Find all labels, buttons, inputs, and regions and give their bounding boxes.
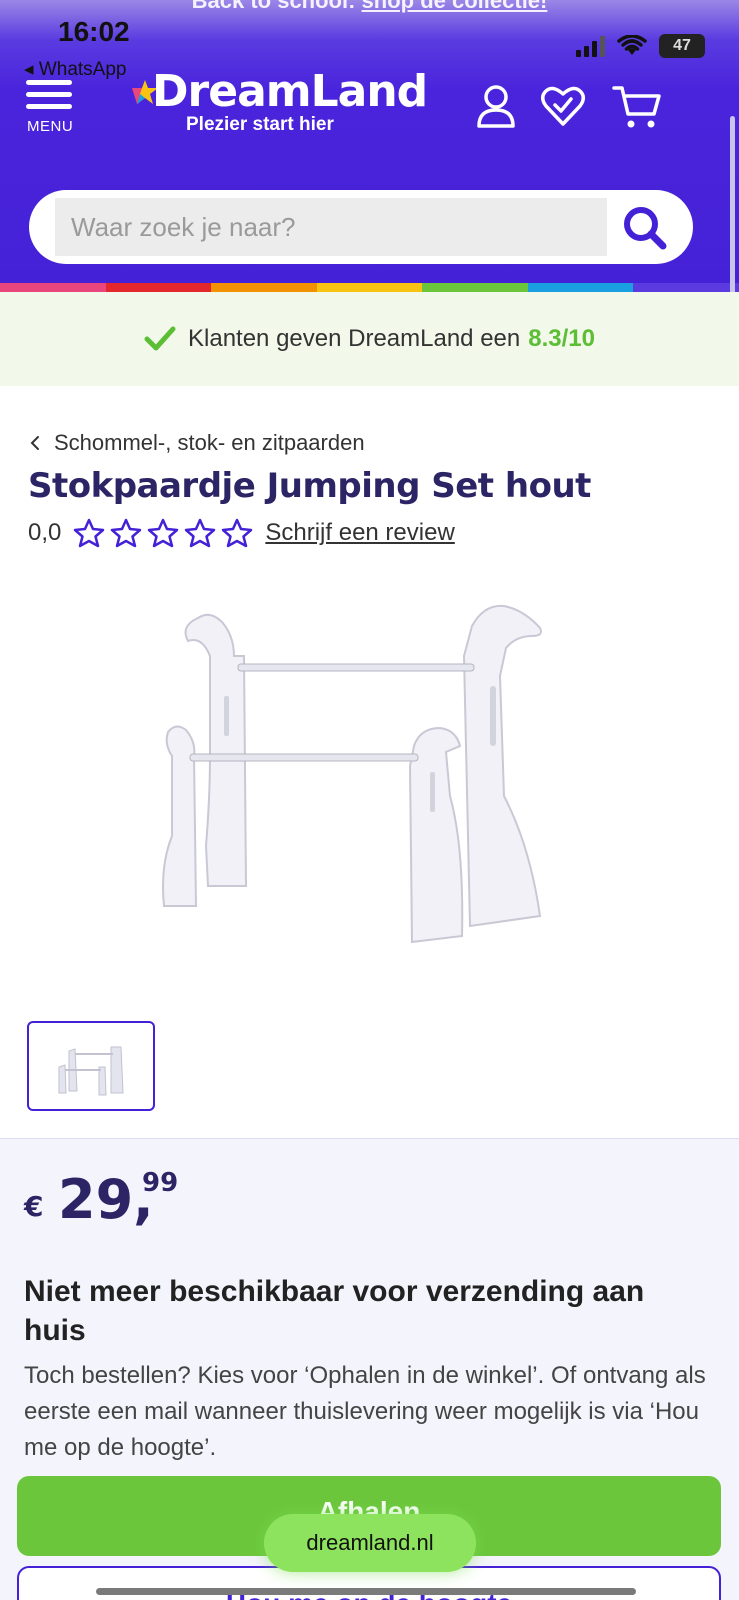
availability-text: Toch bestellen? Kies voor ‘Ophalen in de…: [24, 1362, 706, 1461]
checkmark-icon: [144, 326, 176, 351]
hamburger-icon: [26, 80, 78, 109]
heart-icon[interactable]: [540, 84, 586, 128]
account-icon[interactable]: [476, 84, 516, 128]
trust-score: 8.3/10: [528, 325, 595, 352]
price-cents: 99: [142, 1168, 179, 1198]
search-icon[interactable]: [621, 204, 669, 252]
menu-label[interactable]: MENU: [27, 118, 73, 135]
status-icons: 47: [575, 34, 705, 58]
browser-url-pill[interactable]: dreamland.nl: [264, 1514, 476, 1572]
breadcrumb[interactable]: Schommel-, stok- en zitpaarden: [30, 430, 365, 456]
search-bar: [29, 190, 693, 264]
review-row: 0,0 Schrijf een review: [28, 518, 455, 548]
back-to-app[interactable]: ◂ WhatsApp: [24, 58, 126, 81]
price-currency: €: [24, 1190, 44, 1223]
product-thumbnail[interactable]: [27, 1021, 155, 1111]
logo-wordmark: DreamLand: [152, 66, 428, 117]
site-header: Back to school: shop de collectie! 16:02…: [0, 0, 739, 292]
browser-url: dreamland.nl: [306, 1530, 434, 1555]
promo-text: Back to school:: [191, 0, 362, 13]
chevron-left-icon: [30, 436, 39, 450]
trust-bar: Klanten geven DreamLand een 8.3/10: [0, 292, 739, 386]
star-icon: [222, 518, 253, 548]
product-image[interactable]: [150, 596, 570, 976]
thumbnail-image: [58, 1046, 124, 1096]
star-icon: [74, 518, 105, 548]
signal-icon: [576, 36, 605, 57]
promo-banner[interactable]: Back to school: shop de collectie!: [0, 0, 739, 14]
battery-level: 47: [673, 37, 691, 54]
status-time: 16:02: [58, 16, 130, 47]
write-review-link[interactable]: Schrijf een review: [265, 519, 454, 547]
promo-link[interactable]: shop de collectie!: [362, 0, 548, 13]
cart-icon[interactable]: [612, 84, 662, 130]
trust-text: Klanten geven DreamLand een: [188, 325, 521, 352]
search-input[interactable]: [55, 198, 607, 256]
battery-icon: 47: [659, 34, 705, 58]
rainbow-stripe: [0, 283, 739, 292]
dreamland-logo[interactable]: DreamLand Plezier start hier: [132, 66, 428, 136]
wifi-icon: [617, 35, 647, 55]
logo-tagline: Plezier start hier: [186, 114, 334, 135]
availability-title: Niet meer beschikbaar voor verzending aa…: [24, 1275, 645, 1347]
breadcrumb-label[interactable]: Schommel-, stok- en zitpaarden: [54, 430, 365, 456]
rating-score: 0,0: [28, 519, 62, 546]
rating-stars: [73, 518, 253, 548]
price-euros: 29,: [58, 1168, 154, 1231]
product-title: Stokpaardje Jumping Set hout: [28, 466, 591, 506]
star-icon: [185, 518, 216, 548]
star-icon: [148, 518, 179, 548]
star-icon: [111, 518, 142, 548]
home-indicator[interactable]: [96, 1588, 636, 1595]
